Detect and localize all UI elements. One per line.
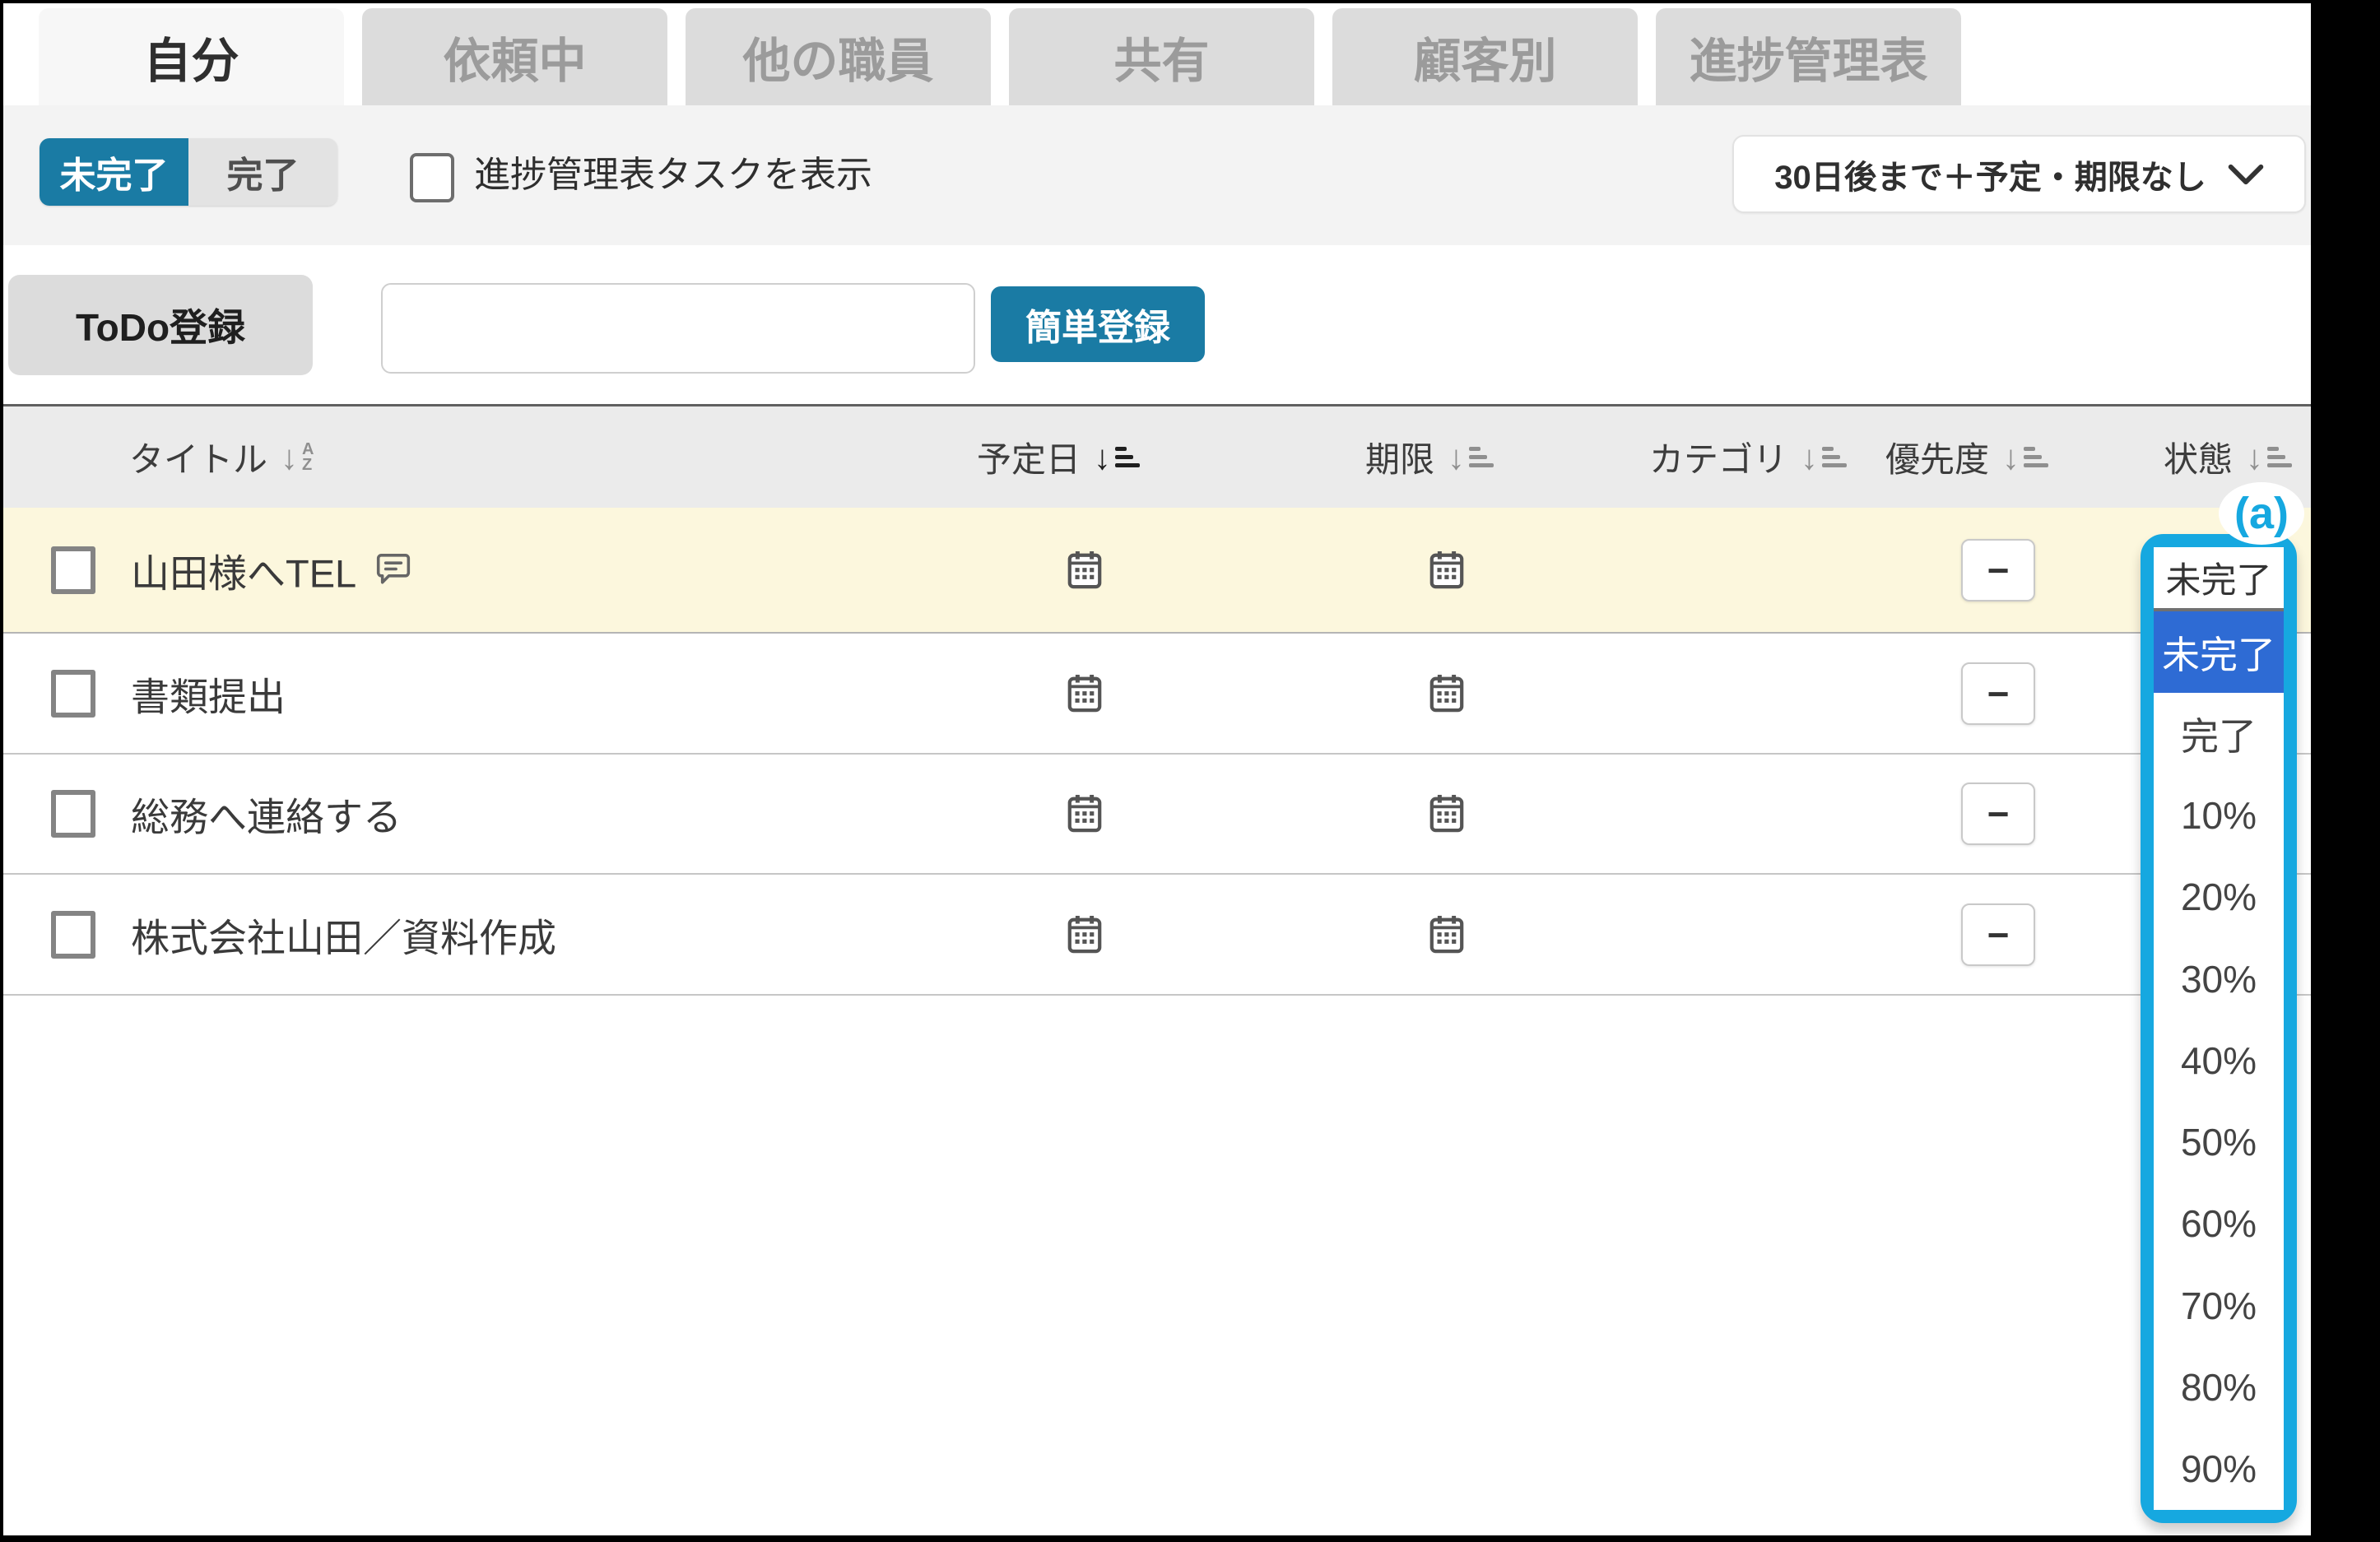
task-title-text[interactable]: 山田様へTEL xyxy=(131,541,356,598)
column-header-title[interactable]: タイトル ↓AZ xyxy=(129,406,314,508)
calendar-icon[interactable] xyxy=(1066,793,1104,834)
column-header-category[interactable]: カテゴリ ↓ xyxy=(1649,406,1847,508)
tab-label: 顧客別 xyxy=(1413,22,1556,91)
row-checkbox[interactable] xyxy=(51,670,95,718)
column-header-deadline[interactable]: 期限 ↓ xyxy=(1365,406,1494,508)
table-row[interactable]: 株式会社山田／資料作成 − xyxy=(3,875,2311,996)
task-title: 総務へ連絡する xyxy=(131,786,402,843)
sort-active-icon[interactable]: ↓ xyxy=(1094,440,1140,475)
status-option[interactable]: 完了 xyxy=(2154,693,2284,774)
tab-label: 共有 xyxy=(1113,22,1209,91)
column-label: 予定日 xyxy=(977,432,1081,482)
sort-icon[interactable]: ↓ xyxy=(2246,440,2292,475)
calendar-icon[interactable] xyxy=(1428,793,1466,834)
chevron-down-icon xyxy=(2228,164,2264,185)
tab-label: 自分 xyxy=(143,22,239,91)
calendar-icon[interactable] xyxy=(1428,673,1466,714)
app-window: 自分 依頼中 他の職員 共有 顧客別 進捗管理表 未完了 完了 進捗管理表タスク… xyxy=(3,3,2311,1535)
calendar-icon[interactable] xyxy=(1428,914,1466,955)
priority-button[interactable]: − xyxy=(1961,903,2035,966)
tab-label: 他の職員 xyxy=(742,22,933,91)
status-option[interactable]: 40% xyxy=(2154,1019,2284,1101)
priority-button[interactable]: − xyxy=(1961,662,2035,725)
tab-label: 依頼中 xyxy=(443,22,586,91)
tab-requested[interactable]: 依頼中 xyxy=(362,8,667,105)
calendar-icon[interactable] xyxy=(1428,550,1466,591)
status-option[interactable]: 90% xyxy=(2154,1428,2284,1510)
status-option[interactable]: 20% xyxy=(2154,857,2284,938)
column-label: タイトル xyxy=(129,432,267,482)
tab-other-staff[interactable]: 他の職員 xyxy=(686,8,991,105)
row-checkbox[interactable] xyxy=(51,790,95,838)
status-option[interactable]: 80% xyxy=(2154,1346,2284,1428)
priority-button[interactable]: − xyxy=(1961,783,2035,845)
annotation-a-badge: (a) xyxy=(2219,482,2304,545)
row-checkbox[interactable] xyxy=(51,911,95,959)
calendar-icon[interactable] xyxy=(1066,914,1104,955)
calendar-icon[interactable] xyxy=(1066,673,1104,714)
task-title-text[interactable]: 株式会社山田／資料作成 xyxy=(131,906,556,963)
calendar-icon[interactable] xyxy=(1066,550,1104,591)
quick-register-button[interactable]: 簡単登録 xyxy=(991,286,1205,362)
show-progress-tasks-label: 進捗管理表タスクを表示 xyxy=(474,153,872,197)
sort-icon[interactable]: ↓ xyxy=(1801,440,1847,475)
status-option[interactable]: 60% xyxy=(2154,1183,2284,1265)
tab-own[interactable]: 自分 xyxy=(39,8,344,105)
status-option[interactable]: 50% xyxy=(2154,1102,2284,1183)
column-label: 優先度 xyxy=(1885,432,1989,482)
table-row[interactable]: 書類提出 − xyxy=(3,634,2311,755)
status-dropdown: 未完了 未完了 完了 10% 20% 30% 40% 50% 60% 70% 8… xyxy=(2141,534,2297,1523)
quick-todo-input[interactable] xyxy=(381,283,975,374)
priority-button[interactable]: − xyxy=(1961,539,2035,601)
column-header-priority[interactable]: 優先度 ↓ xyxy=(1885,406,2048,508)
status-option[interactable]: 未完了 xyxy=(2154,611,2284,693)
task-title: 株式会社山田／資料作成 xyxy=(131,906,556,963)
comment-icon[interactable] xyxy=(373,550,414,591)
status-option[interactable]: 30% xyxy=(2154,938,2284,1019)
period-filter-value: 30日後まで＋予定・期限なし xyxy=(1774,151,2206,198)
task-title-text[interactable]: 総務へ連絡する xyxy=(131,786,402,843)
tab-by-customer[interactable]: 顧客別 xyxy=(1332,8,1638,105)
todo-register-button[interactable]: ToDo登録 xyxy=(8,275,313,375)
toggle-incomplete[interactable]: 未完了 xyxy=(40,138,188,206)
task-title-text[interactable]: 書類提出 xyxy=(131,665,286,722)
column-label: 状態 xyxy=(2164,432,2233,482)
table-row[interactable]: 総務へ連絡する − xyxy=(3,755,2311,875)
tab-progress-chart[interactable]: 進捗管理表 xyxy=(1656,8,1961,105)
table-header: タイトル ↓AZ 予定日 ↓ 期限 ↓ カテゴリ ↓ 優先度 ↓ 状態 ↓ xyxy=(3,404,2311,508)
row-checkbox[interactable] xyxy=(51,546,95,594)
sort-alpha-icon[interactable]: ↓AZ xyxy=(281,440,314,475)
status-select-current[interactable]: 未完了 xyxy=(2154,547,2284,611)
column-label: カテゴリ xyxy=(1649,432,1787,482)
status-option[interactable]: 10% xyxy=(2154,775,2284,857)
status-option-list: 未完了 完了 10% 20% 30% 40% 50% 60% 70% 80% 9… xyxy=(2154,611,2284,1510)
show-progress-tasks-checkbox[interactable] xyxy=(410,153,454,202)
task-title: 書類提出 xyxy=(131,665,286,722)
toggle-complete[interactable]: 完了 xyxy=(188,138,337,206)
period-filter-dropdown[interactable]: 30日後まで＋予定・期限なし xyxy=(1732,135,2306,213)
tab-label: 進捗管理表 xyxy=(1689,22,1927,91)
status-filter-toggle: 未完了 完了 xyxy=(40,138,337,206)
tab-shared[interactable]: 共有 xyxy=(1009,8,1314,105)
table-row[interactable]: 山田様へTEL − xyxy=(3,508,2311,634)
column-label: 期限 xyxy=(1365,432,1434,482)
sort-icon[interactable]: ↓ xyxy=(1448,440,1494,475)
task-title: 山田様へTEL xyxy=(131,541,414,598)
status-option[interactable]: 70% xyxy=(2154,1265,2284,1346)
sort-icon[interactable]: ↓ xyxy=(2002,440,2048,475)
column-header-planned-date[interactable]: 予定日 ↓ xyxy=(977,406,1140,508)
